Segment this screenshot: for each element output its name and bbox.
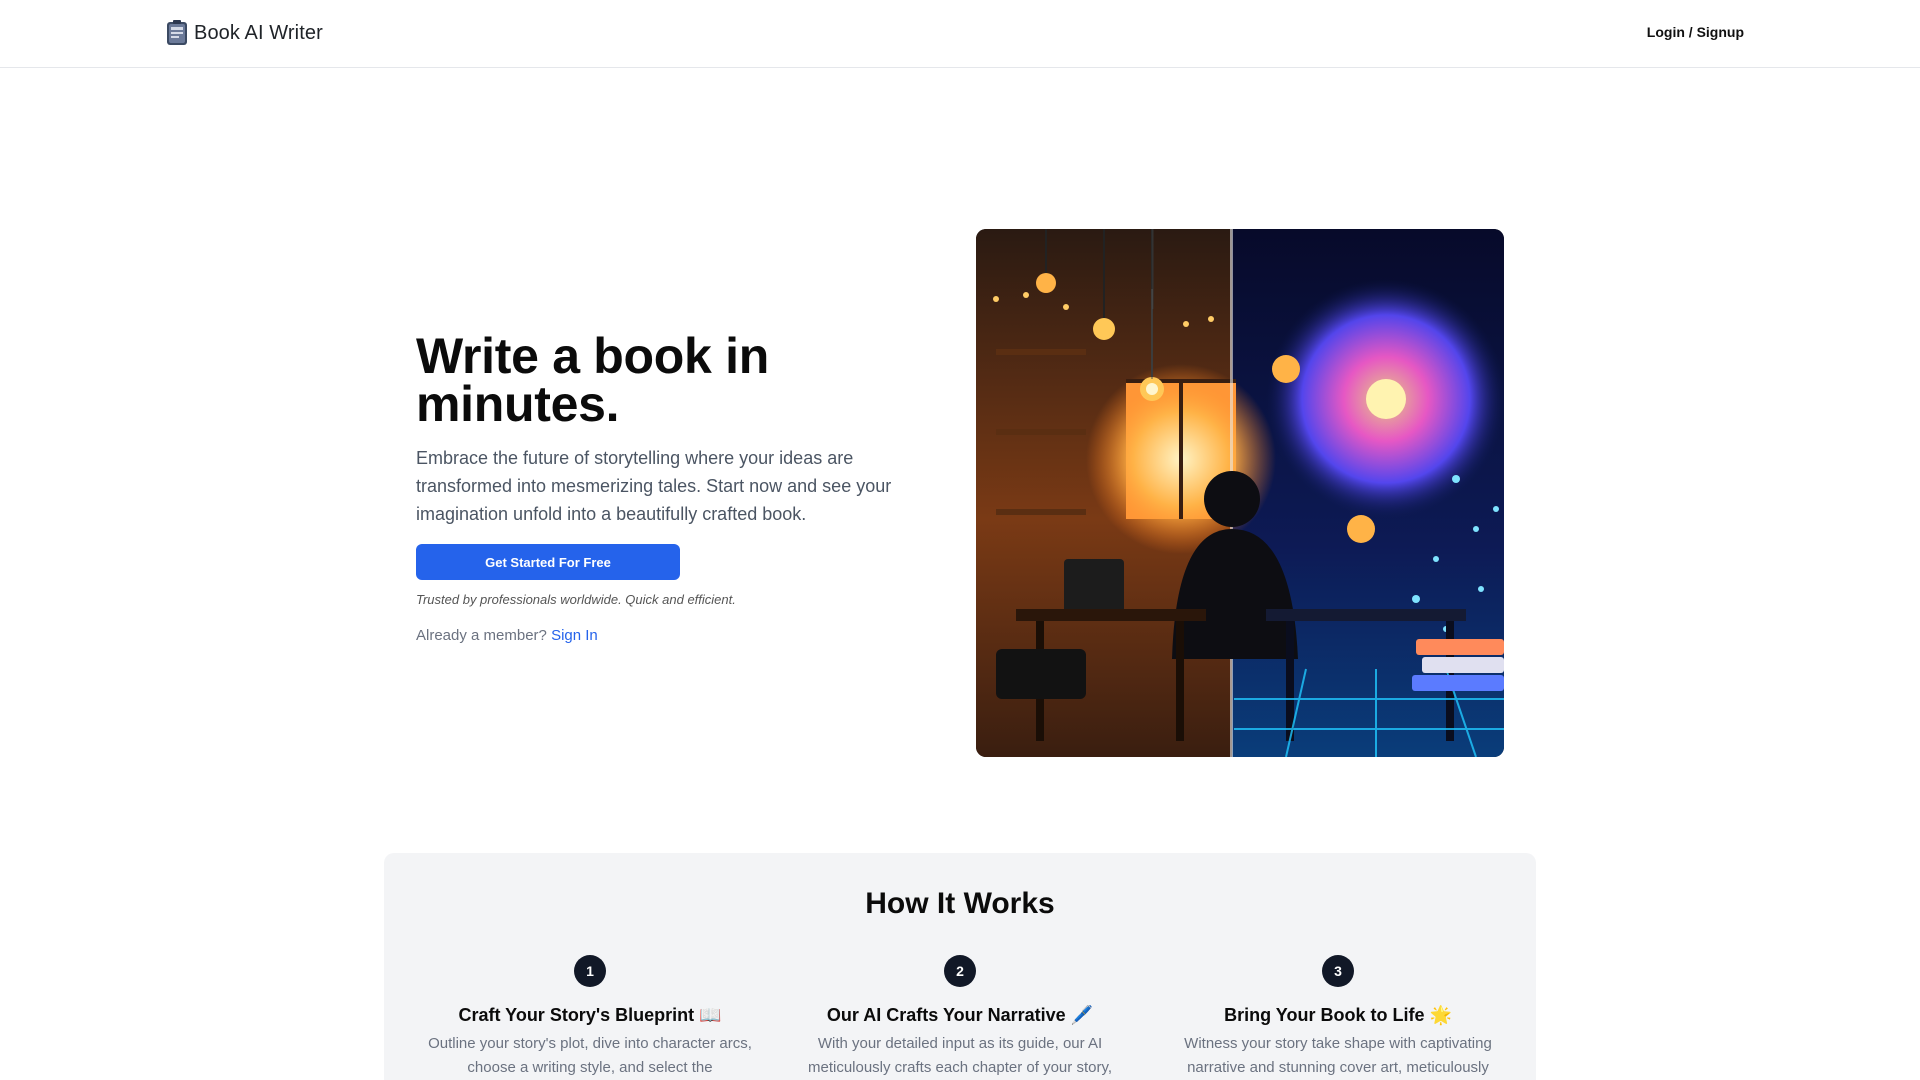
step-description: With your detailed input as its guide, o… — [807, 1035, 1112, 1076]
top-navbar: Book AI Writer Login / Signup — [0, 0, 1920, 68]
book-logo-icon — [164, 19, 190, 47]
member-prompt-text: Already a member? — [416, 627, 547, 644]
step-description: Outline your story's plot, dive into cha… — [428, 1035, 752, 1076]
sign-in-link[interactable]: Sign In — [551, 627, 598, 644]
step-title: Bring Your Book to Life 🌟 — [1224, 1005, 1452, 1025]
login-signup-link[interactable]: Login / Signup — [1647, 24, 1744, 40]
step-description: Witness your story take shape with capti… — [1184, 1035, 1492, 1076]
brand-logo-link[interactable]: Book AI Writer — [164, 19, 323, 47]
hero-title-line-2: minutes. — [416, 376, 620, 432]
step-number: 2 — [944, 955, 976, 987]
step-title: Craft Your Story's Blueprint 📖 — [458, 1005, 722, 1025]
step-title: Our AI Crafts Your Narrative 🖊️ — [826, 1005, 1094, 1025]
member-prompt: Already a member? Sign In — [416, 627, 916, 644]
hero-section: Write a book in minutes. Embrace the fut… — [416, 331, 916, 644]
step-number: 3 — [1322, 955, 1354, 987]
how-it-works-section: How It Works 1 Craft Your Story's Bluepr… — [384, 853, 1536, 1080]
trust-note: Trusted by professionals worldwide. Quic… — [416, 592, 736, 607]
step-3: 3 Bring Your Book to Life 🌟 Witness your… — [1168, 955, 1508, 1080]
hero-title: Write a book in minutes. — [416, 331, 916, 429]
step-number: 1 — [574, 955, 606, 987]
step-1: 1 Craft Your Story's Blueprint 📖 Outline… — [420, 955, 760, 1080]
brand-name: Book AI Writer — [194, 21, 323, 44]
get-started-button[interactable]: Get Started For Free — [416, 544, 680, 580]
hero-illustration — [976, 229, 1504, 757]
how-it-works-title: How It Works — [865, 887, 1055, 920]
step-2: 2 Our AI Crafts Your Narrative 🖊️ With y… — [790, 955, 1130, 1080]
hero-subtitle: Embrace the future of storytelling where… — [416, 448, 892, 524]
